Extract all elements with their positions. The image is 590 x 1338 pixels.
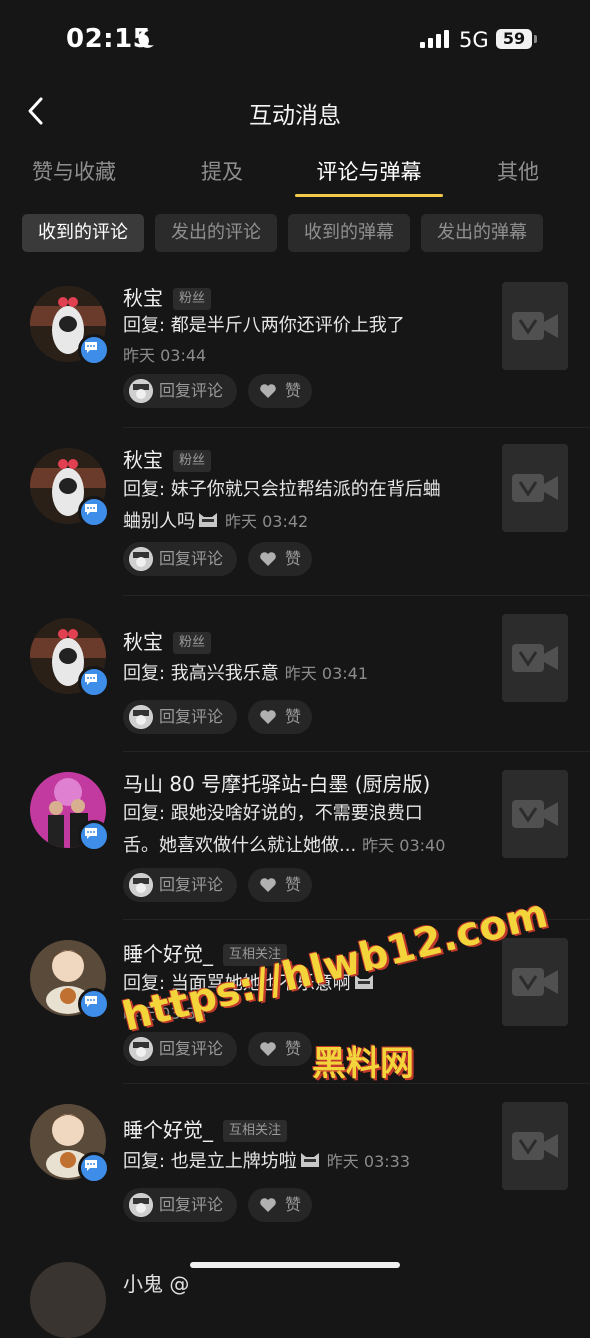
my-avatar <box>129 379 153 403</box>
filter-received-comments[interactable]: 收到的评论 <box>22 214 144 252</box>
reply-comment-button[interactable]: 回复评论 <box>123 1188 237 1222</box>
video-icon <box>512 312 558 340</box>
comment-text: 回复: 妹子你就只会拉帮结派的在背后蛐 蛐别人吗 昨天 03:42 <box>123 479 441 532</box>
heart-icon <box>260 1198 276 1212</box>
comment-item[interactable]: 秋宝 粉丝 回复: 都是半斤八两你还评价上我了 昨天 03:44 回复评论 赞 <box>0 268 590 428</box>
heart-icon <box>260 552 276 566</box>
video-icon <box>512 644 558 672</box>
tab-comments-danmaku[interactable]: 评论与弹幕 <box>300 156 438 186</box>
comment-badge-icon <box>78 820 110 852</box>
avatar[interactable] <box>30 286 110 366</box>
comment-item[interactable]: 秋宝 粉丝 回复: 我高兴我乐意 昨天 03:41 回复评论 赞 <box>0 596 590 752</box>
avatar[interactable] <box>30 448 110 528</box>
avatar[interactable] <box>30 1262 106 1338</box>
relation-tag: 粉丝 <box>173 450 212 472</box>
status-bar: 02:15 5G 59 <box>0 0 590 80</box>
relation-tag: 互相关注 <box>223 1120 288 1142</box>
comment-text: 回复: 我高兴我乐意 昨天 03:41 <box>123 663 368 684</box>
moon-icon <box>138 29 154 48</box>
tab-other[interactable]: 其他 <box>476 156 560 186</box>
like-button[interactable]: 赞 <box>248 374 312 408</box>
avatar[interactable] <box>30 618 110 698</box>
commenter-name[interactable]: 睡个好觉_ 互相关注 <box>123 1114 288 1143</box>
page-title: 互动消息 <box>249 103 341 129</box>
battery-icon: 59 <box>496 29 532 49</box>
video-icon <box>512 474 558 502</box>
tab-likes-favorites[interactable]: 赞与收藏 <box>20 156 128 186</box>
video-thumbnail[interactable] <box>502 282 568 370</box>
cat-emoji-icon <box>300 1153 319 1167</box>
my-avatar <box>129 1037 153 1061</box>
reply-comment-button[interactable]: 回复评论 <box>123 374 237 408</box>
commenter-name[interactable]: 秋宝 粉丝 <box>123 444 212 473</box>
relation-tag: 粉丝 <box>173 288 212 310</box>
like-button[interactable]: 赞 <box>248 700 312 734</box>
my-avatar <box>129 705 153 729</box>
battery-tip <box>534 35 537 43</box>
commenter-name[interactable]: 小鬼 @ <box>123 1268 189 1297</box>
commenter-name[interactable]: 秋宝 粉丝 <box>123 626 212 655</box>
tab-mentions[interactable]: 提及 <box>180 156 264 186</box>
comment-time: 昨天 03:44 <box>123 346 207 365</box>
video-thumbnail[interactable] <box>502 770 568 858</box>
comment-badge-icon <box>78 334 110 366</box>
like-button[interactable]: 赞 <box>248 1032 312 1066</box>
reply-comment-button[interactable]: 回复评论 <box>123 868 237 902</box>
video-thumbnail[interactable] <box>502 1102 568 1190</box>
cat-emoji-icon <box>199 513 217 527</box>
comment-item[interactable]: 马山 80 号摩托驿站-白墨 (厨房版) 回复: 跟她没啥好说的，不需要浪费口舌… <box>0 752 590 920</box>
filter-sent-comments[interactable]: 发出的评论 <box>155 214 277 252</box>
video-thumbnail[interactable] <box>502 444 568 532</box>
network-type: 5G <box>459 28 489 52</box>
like-button[interactable]: 赞 <box>248 1188 312 1222</box>
comment-text: 回复: 也是立上牌坊啦 昨天 03:33 <box>123 1151 410 1172</box>
comment-text: 回复: 都是半斤八两你还评价上我了 <box>123 315 405 336</box>
commenter-name[interactable]: 马山 80 号摩托驿站-白墨 (厨房版) <box>123 768 430 797</box>
comment-badge-icon <box>78 988 110 1020</box>
reply-comment-button[interactable]: 回复评论 <box>123 542 237 576</box>
my-avatar <box>129 873 153 897</box>
heart-icon <box>260 878 276 892</box>
heart-icon <box>260 1042 276 1056</box>
like-button[interactable]: 赞 <box>248 542 312 576</box>
comment-item[interactable]: 睡个好觉_ 互相关注 回复: 也是立上牌坊啦 昨天 03:33 回复评论 赞 <box>0 1084 590 1250</box>
comment-item[interactable]: 秋宝 粉丝 回复: 妹子你就只会拉帮结派的在背后蛐 蛐别人吗 昨天 03:42 回复评… <box>0 428 590 596</box>
avatar[interactable] <box>30 1104 110 1184</box>
video-icon <box>512 1132 558 1160</box>
avatar[interactable] <box>30 940 110 1020</box>
signal-icon <box>420 30 449 48</box>
my-avatar <box>129 547 153 571</box>
video-icon <box>512 800 558 828</box>
home-indicator[interactable] <box>190 1262 400 1268</box>
heart-icon <box>260 384 276 398</box>
my-avatar <box>129 1193 153 1217</box>
avatar[interactable] <box>30 772 110 852</box>
tab-active-indicator <box>295 194 443 197</box>
comment-badge-icon <box>78 496 110 528</box>
comment-text: 回复: 跟她没啥好说的，不需要浪费口 舌。她喜欢做什么就让她做... 昨天 03:4… <box>123 803 446 856</box>
like-button[interactable]: 赞 <box>248 868 312 902</box>
filter-sent-danmaku[interactable]: 发出的弹幕 <box>421 214 543 252</box>
comment-badge-icon <box>78 666 110 698</box>
watermark-label: 黑料网 <box>312 1044 414 1084</box>
heart-icon <box>260 710 276 724</box>
video-thumbnail[interactable] <box>502 614 568 702</box>
video-thumbnail[interactable] <box>502 938 568 1026</box>
video-icon <box>512 968 558 996</box>
comment-badge-icon <box>78 1152 110 1184</box>
filter-received-danmaku[interactable]: 收到的弹幕 <box>288 214 410 252</box>
reply-comment-button[interactable]: 回复评论 <box>123 700 237 734</box>
relation-tag: 粉丝 <box>173 632 212 654</box>
commenter-name[interactable]: 秋宝 粉丝 <box>123 282 212 311</box>
